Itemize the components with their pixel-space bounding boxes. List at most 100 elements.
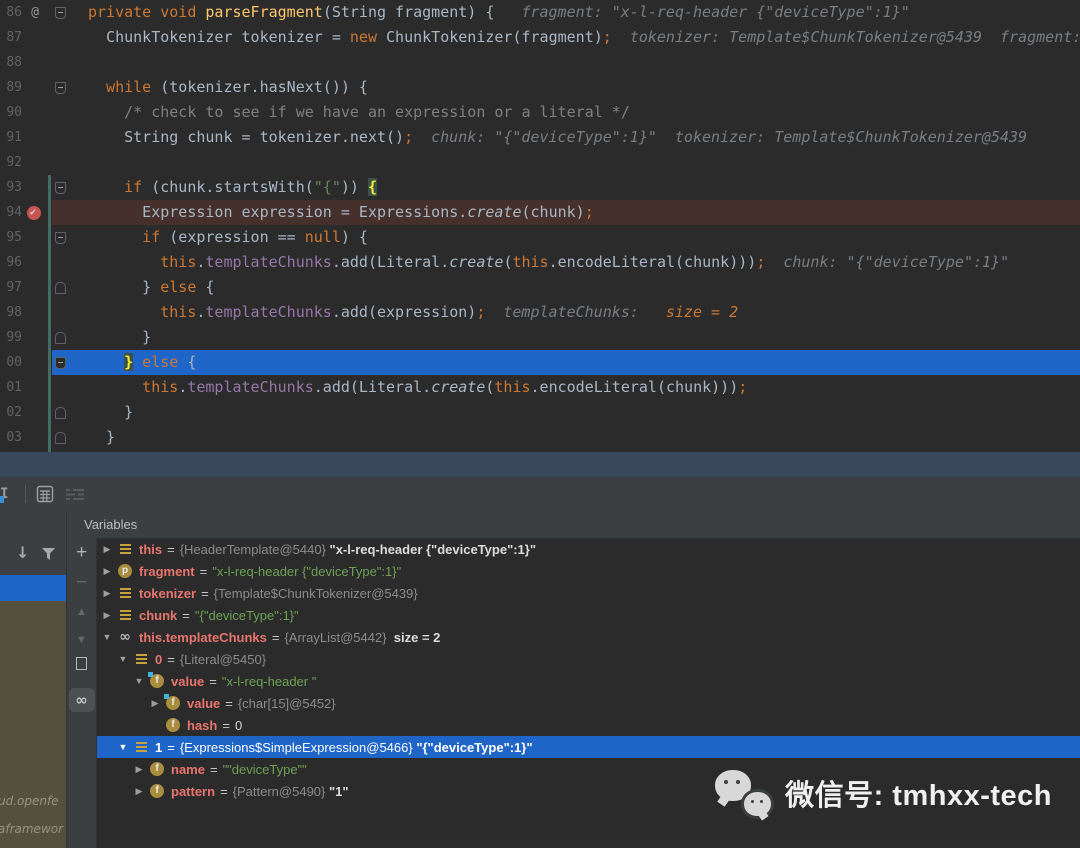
code-text: } else { xyxy=(88,278,214,296)
code-line[interactable]: 95 if (expression == null) { xyxy=(0,225,1080,250)
code-line-body[interactable] xyxy=(52,150,1080,175)
code-line-body[interactable]: if (expression == null) { xyxy=(52,225,1080,250)
code-line[interactable]: 93 if (chunk.startsWith("{")) { xyxy=(0,175,1080,200)
code-line-body[interactable]: if (chunk.startsWith("{")) { xyxy=(52,175,1080,200)
remove-watch-button[interactable]: − xyxy=(67,572,96,594)
code-line[interactable]: 94 Expression expression = Expressions.c… xyxy=(0,200,1080,225)
frame-row-selected[interactable] xyxy=(0,575,66,601)
code-segment: .add(Literal. xyxy=(313,378,432,396)
code-line-body[interactable]: private void parseFragment(String fragme… xyxy=(52,0,1080,25)
fold-marker-icon[interactable] xyxy=(55,407,66,419)
code-editor[interactable]: 86 @ private void parseFragment(String fra… xyxy=(0,0,1080,452)
code-line[interactable]: 96 this.templateChunks.add(Literal.creat… xyxy=(0,250,1080,275)
sort-down-icon[interactable]: ↓ xyxy=(16,543,29,563)
code-line[interactable]: 99 } xyxy=(0,325,1080,350)
gutter-cell: 98 xyxy=(0,300,52,325)
variable-row[interactable]: ▼ 0 = {Literal@5450} xyxy=(97,648,1080,670)
code-segment: /* check to see if we have an expression… xyxy=(88,103,630,121)
line-number: 88 xyxy=(6,55,22,70)
variable-row[interactable]: ▶ tokenizer = {Template$ChunkTokenizer@5439… xyxy=(97,582,1080,604)
expand-arrow-icon[interactable]: ▶ xyxy=(99,544,115,555)
copy-value-button[interactable] xyxy=(67,654,96,675)
field-bars-icon xyxy=(115,544,135,554)
code-line[interactable]: 87 ChunkTokenizer tokenizer = new ChunkT… xyxy=(0,25,1080,50)
code-line[interactable]: 97 } else { xyxy=(0,275,1080,300)
code-line-body[interactable] xyxy=(52,50,1080,75)
filter-funnel-icon[interactable] xyxy=(42,547,55,565)
code-line-body[interactable]: this.templateChunks.add(expression); temp… xyxy=(52,300,1080,325)
code-line[interactable]: 89 while (tokenizer.hasNext()) { xyxy=(0,75,1080,100)
expand-arrow-icon[interactable]: ▼ xyxy=(131,676,147,686)
code-line-body[interactable]: } xyxy=(52,425,1080,450)
code-line-body[interactable]: while (tokenizer.hasNext()) { xyxy=(52,75,1080,100)
debugger-inline-hint: templateChunks: xyxy=(503,303,648,321)
expand-arrow-icon[interactable]: ▶ xyxy=(99,588,115,599)
code-line[interactable]: 98 this.templateChunks.add(expression); t… xyxy=(0,300,1080,325)
variables-title: Variables xyxy=(84,517,138,532)
code-line-body[interactable]: String chunk = tokenizer.next(); chunk: "… xyxy=(52,125,1080,150)
frames-panel[interactable]: ↓ ud.openfe aframewor xyxy=(0,538,66,848)
code-line[interactable]: 92 xyxy=(0,150,1080,175)
code-line-body[interactable]: this.templateChunks.add(Literal.create(t… xyxy=(52,250,1080,275)
evaluate-expression-icon[interactable] xyxy=(36,485,54,508)
move-up-button[interactable]: ▲ xyxy=(67,606,96,618)
code-line[interactable]: 02 } xyxy=(0,400,1080,425)
variable-row[interactable]: ▼ ∞ this.templateChunks = {ArrayList@5442} s… xyxy=(97,626,1080,648)
splitter[interactable] xyxy=(0,452,1080,477)
code-segment: { xyxy=(367,178,377,196)
variable-row[interactable]: ▶ chunk = "{"deviceType":1}" xyxy=(97,604,1080,626)
expand-arrow-icon[interactable]: ▶ xyxy=(99,610,115,621)
text-cursor-icon[interactable]: I xyxy=(0,485,14,503)
add-watch-button[interactable]: + xyxy=(67,542,96,564)
variable-row[interactable]: ▼ f value = "x-l-req-header " xyxy=(97,670,1080,692)
code-line[interactable]: 88 xyxy=(0,50,1080,75)
code-line-body[interactable]: Expression expression = Expressions.crea… xyxy=(52,200,1080,225)
show-watches-button[interactable]: ∞ xyxy=(67,688,96,712)
code-line-body[interactable]: } else { xyxy=(52,350,1080,375)
code-line[interactable]: 86 @ private void parseFragment(String fra… xyxy=(0,0,1080,25)
expand-arrow-icon[interactable]: ▶ xyxy=(99,566,115,577)
code-line[interactable]: 00 } else { xyxy=(0,350,1080,375)
code-line[interactable]: 90 /* check to see if we have an express… xyxy=(0,100,1080,125)
wechat-eye xyxy=(724,780,729,784)
library-frames-block[interactable] xyxy=(0,601,66,848)
variable-row[interactable]: ▼ 1 = {Expressions$SimpleExpression@5466} "… xyxy=(97,736,1080,758)
code-line[interactable]: 01 this.templateChunks.add(Literal.creat… xyxy=(0,375,1080,400)
line-number: 87 xyxy=(6,30,22,45)
variable-row[interactable]: ▶ f value = {char[15]@5452} xyxy=(97,692,1080,714)
fold-marker-icon[interactable] xyxy=(55,357,66,369)
code-segment: (expression == xyxy=(160,228,305,246)
fold-marker-icon[interactable] xyxy=(55,7,66,19)
layout-settings-icon[interactable] xyxy=(66,488,85,506)
expand-arrow-icon[interactable]: ▶ xyxy=(131,786,147,797)
code-line-body[interactable]: ChunkTokenizer tokenizer = new ChunkToke… xyxy=(52,25,1080,50)
code-segment: if xyxy=(88,178,143,196)
expand-arrow-icon[interactable]: ▼ xyxy=(99,632,115,642)
expand-arrow-icon[interactable]: ▶ xyxy=(147,698,163,709)
code-line-body[interactable]: } else { xyxy=(52,275,1080,300)
expand-arrow-icon[interactable]: ▶ xyxy=(131,764,147,775)
code-line-body[interactable]: } xyxy=(52,325,1080,350)
variable-row[interactable]: ▶ p fragment = "x-l-req-header {"deviceType"… xyxy=(97,560,1080,582)
expand-arrow-icon[interactable]: ▼ xyxy=(115,742,131,752)
code-line-body[interactable]: /* check to see if we have an expression… xyxy=(52,100,1080,125)
move-down-button[interactable]: ▼ xyxy=(67,634,96,646)
code-segment: ; xyxy=(756,253,766,271)
variable-row[interactable]: ▶ this = {HeaderTemplate@5440} "x-l-req-hea… xyxy=(97,538,1080,560)
fold-marker-icon[interactable] xyxy=(55,432,66,444)
code-line[interactable]: 03 } xyxy=(0,425,1080,450)
code-line-body[interactable]: this.templateChunks.add(Literal.create(t… xyxy=(52,375,1080,400)
fold-marker-icon[interactable] xyxy=(55,182,66,194)
fold-marker-icon[interactable] xyxy=(55,82,66,94)
line-number: 92 xyxy=(6,155,22,170)
gutter-cell: 86 @ xyxy=(0,0,52,25)
fold-marker-icon[interactable] xyxy=(55,332,66,344)
breakpoint-icon[interactable] xyxy=(27,200,41,225)
code-segment: ChunkTokenizer(fragment) xyxy=(377,28,603,46)
expand-arrow-icon[interactable]: ▼ xyxy=(115,654,131,664)
fold-marker-icon[interactable] xyxy=(55,282,66,294)
variable-row[interactable]: f hash = 0 xyxy=(97,714,1080,736)
code-line[interactable]: 91 String chunk = tokenizer.next(); chunk… xyxy=(0,125,1080,150)
code-line-body[interactable]: } xyxy=(52,400,1080,425)
fold-marker-icon[interactable] xyxy=(55,232,66,244)
